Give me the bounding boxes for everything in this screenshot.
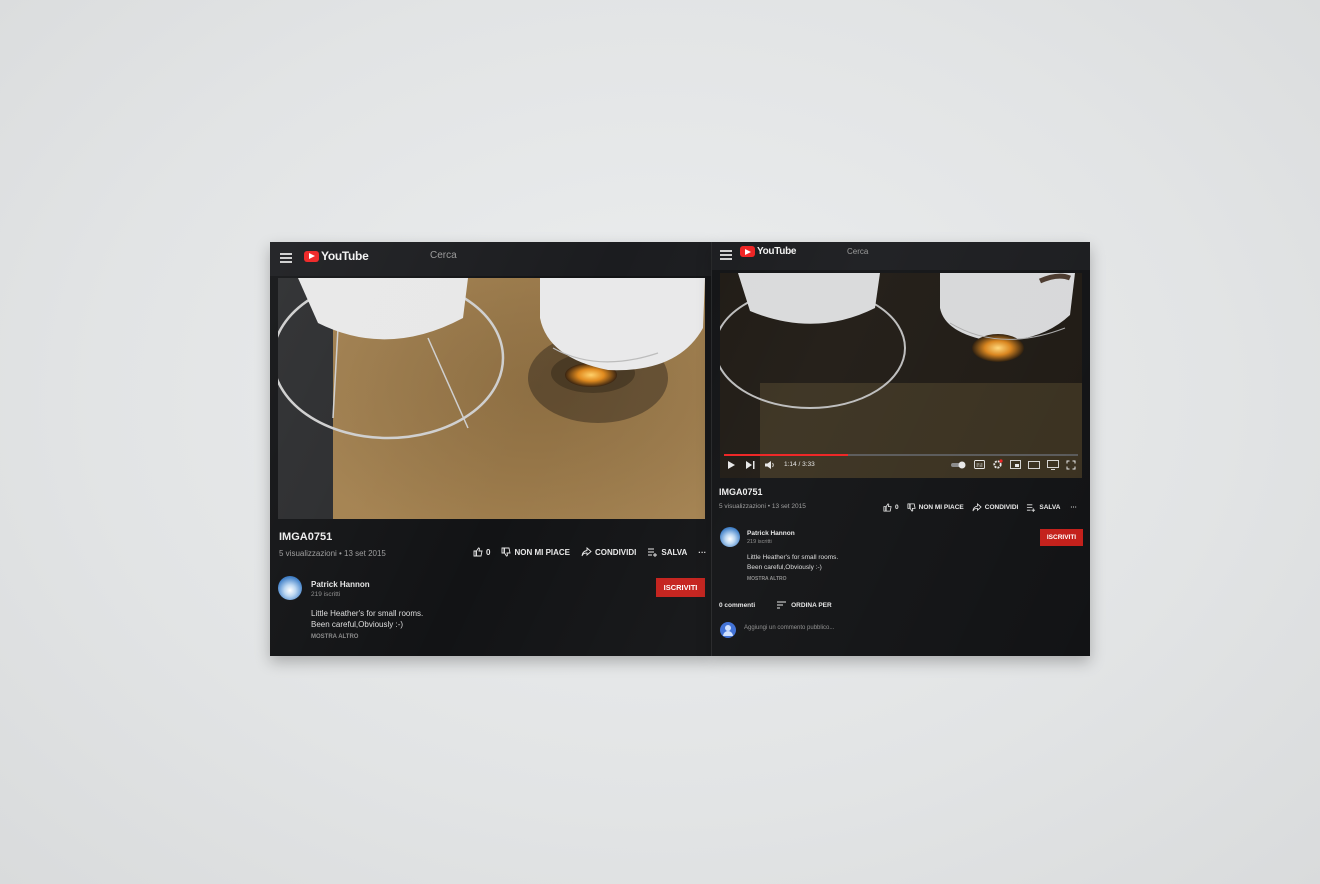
- like-count: 0: [895, 504, 899, 511]
- progress-fill: [724, 454, 848, 456]
- share-icon: [581, 547, 592, 557]
- save-playlist-icon: [648, 548, 658, 557]
- like-count: 0: [486, 547, 491, 557]
- video-player[interactable]: [278, 278, 705, 519]
- dislike-button[interactable]: NON MI PIACE: [501, 547, 570, 557]
- description: Little Heather's for small rooms. Been c…: [747, 553, 838, 573]
- description-line: Little Heather's for small rooms.: [311, 609, 424, 618]
- subscribe-button[interactable]: ISCRIVITI: [656, 578, 705, 597]
- dislike-label: NON MI PIACE: [918, 504, 964, 511]
- subscribe-button[interactable]: ISCRIVITI: [1040, 529, 1083, 546]
- dislike-label: NON MI PIACE: [514, 547, 571, 557]
- logo-text: YouTube: [321, 249, 369, 263]
- menu-icon[interactable]: [280, 253, 292, 263]
- thumbs-up-icon: [883, 503, 892, 512]
- video-meta: 5 visualizzazioni • 13 set 2015: [279, 549, 386, 558]
- user-avatar-icon: [720, 622, 736, 638]
- thumbs-up-icon: [473, 547, 483, 557]
- cast-icon[interactable]: [1047, 459, 1059, 470]
- subtitles-icon[interactable]: [974, 460, 985, 469]
- player-controls: 1:14 / 3:33: [720, 459, 1082, 470]
- more-icon: ···: [698, 547, 707, 557]
- subscriber-count: 219 iscritti: [747, 539, 772, 545]
- channel-avatar[interactable]: [720, 527, 740, 547]
- sort-icon: [777, 601, 787, 609]
- right-screen: YouTube Cerca 1:14 / 3:33 IMGA0751 5 vis…: [712, 242, 1090, 656]
- save-button[interactable]: SALVA: [1026, 503, 1060, 512]
- left-screen: YouTube Cerca IMGA0751 5 visualizzazioni…: [270, 242, 712, 656]
- share-icon: [972, 503, 982, 512]
- save-button[interactable]: SALVA: [647, 547, 687, 557]
- share-button[interactable]: CONDIVIDI: [581, 547, 636, 557]
- volume-icon[interactable]: [764, 460, 776, 470]
- video-frame: [278, 278, 705, 519]
- video-frame: [720, 273, 1082, 478]
- dislike-button[interactable]: NON MI PIACE: [907, 503, 964, 512]
- channel-name[interactable]: Patrick Hannon: [747, 530, 795, 537]
- channel-name[interactable]: Patrick Hannon: [311, 580, 370, 589]
- search-input[interactable]: Cerca: [430, 250, 457, 261]
- sort-button[interactable]: ORDINA PER: [777, 601, 832, 609]
- progress-bar[interactable]: [724, 454, 1078, 456]
- top-bar: YouTube Cerca: [270, 242, 712, 276]
- subscriber-count: 219 iscritti: [311, 591, 341, 598]
- save-label: SALVA: [661, 547, 688, 557]
- action-bar: 0 NON MI PIACE CONDIVIDI SALVA ···: [875, 503, 1077, 512]
- theater-icon[interactable]: [1028, 460, 1040, 469]
- settings-icon[interactable]: [992, 459, 1003, 470]
- autoplay-toggle-icon[interactable]: [951, 461, 967, 469]
- comments-header: 0 commenti ORDINA PER: [719, 601, 832, 609]
- sort-label: ORDINA PER: [791, 601, 832, 609]
- share-label: CONDIVIDI: [595, 547, 637, 557]
- description: Little Heather's for small rooms. Been c…: [311, 608, 423, 630]
- youtube-logo[interactable]: YouTube: [304, 249, 369, 263]
- video-title: IMGA0751: [279, 531, 333, 543]
- search-input[interactable]: Cerca: [847, 247, 868, 256]
- description-line: Been careful,Obviously :-): [747, 564, 822, 571]
- video-meta: 5 visualizzazioni • 13 set 2015: [719, 503, 806, 510]
- youtube-logo-icon: [740, 246, 755, 257]
- share-label: CONDIVIDI: [984, 504, 1019, 511]
- youtube-logo-icon: [304, 250, 319, 262]
- more-icon: ···: [1070, 504, 1077, 511]
- share-button[interactable]: CONDIVIDI: [972, 503, 1019, 512]
- top-bar: YouTube Cerca: [712, 242, 1090, 270]
- thumbs-down-icon: [907, 503, 916, 512]
- action-bar: 0 NON MI PIACE CONDIVIDI SALVA ···: [462, 547, 706, 557]
- fullscreen-icon[interactable]: [1066, 460, 1076, 470]
- description-line: Been careful,Obviously :-): [311, 620, 404, 629]
- show-more-link[interactable]: MOSTRA ALTRO: [311, 634, 358, 640]
- time-display: 1:14 / 3:33: [784, 461, 815, 468]
- logo-text: YouTube: [757, 246, 797, 257]
- menu-icon[interactable]: [720, 250, 732, 260]
- youtube-logo[interactable]: YouTube: [740, 246, 797, 257]
- play-icon[interactable]: [726, 460, 736, 470]
- show-more-link[interactable]: MOSTRA ALTRO: [747, 576, 787, 582]
- more-button[interactable]: ···: [1070, 504, 1077, 511]
- more-button[interactable]: ···: [698, 548, 706, 557]
- save-label: SALVA: [1039, 504, 1061, 511]
- description-line: Little Heather's for small rooms.: [747, 554, 839, 561]
- video-title: IMGA0751: [719, 487, 763, 497]
- next-icon[interactable]: [744, 460, 756, 470]
- add-comment-input[interactable]: Aggiungi un commento pubblico...: [744, 625, 834, 631]
- like-button[interactable]: 0: [473, 547, 490, 557]
- save-playlist-icon: [1027, 504, 1036, 512]
- comment-count: 0 commenti: [719, 601, 756, 609]
- channel-avatar[interactable]: [278, 576, 302, 600]
- video-player[interactable]: 1:14 / 3:33: [720, 273, 1082, 478]
- miniplayer-icon[interactable]: [1010, 460, 1021, 469]
- thumbs-down-icon: [502, 547, 512, 557]
- like-button[interactable]: 0: [883, 503, 899, 512]
